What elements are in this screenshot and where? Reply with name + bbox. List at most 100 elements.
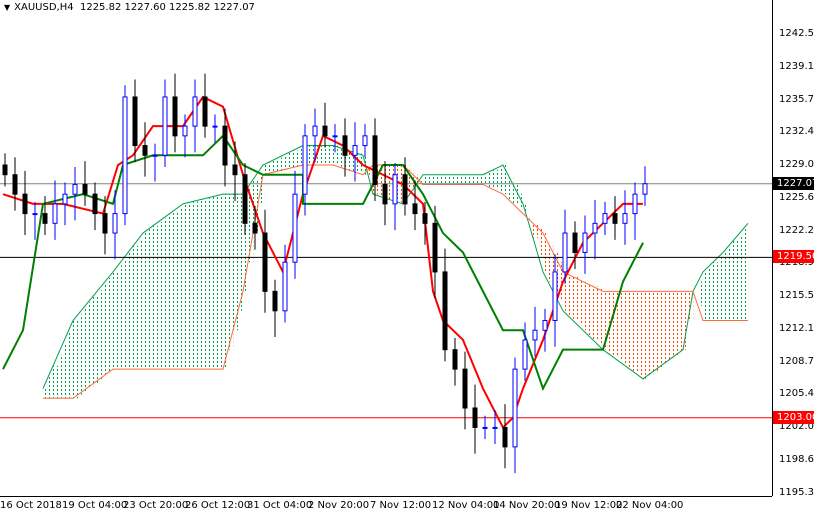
- ichimoku-cloud-segment: [98, 290, 104, 381]
- time-tick-label: 14 Nov 20:00: [493, 500, 561, 511]
- chart-window[interactable]: ▼ XAUUSD,H4 1225.82 1227.60 1225.82 1227.…: [0, 0, 814, 514]
- ichimoku-cloud-segment: [143, 233, 149, 370]
- ichimoku-cloud-segment: [683, 291, 689, 350]
- candle-body: [372, 135, 378, 185]
- candle-body: [82, 183, 88, 195]
- candle-body: [282, 261, 288, 312]
- candle-body: [222, 125, 228, 166]
- ichimoku-cloud-segment: [628, 291, 634, 368]
- ichimoku-cloud-segment: [273, 160, 279, 173]
- candle-body: [512, 368, 518, 448]
- price-tick-label: 1232.40: [779, 125, 814, 137]
- candle-body: [442, 271, 448, 351]
- ichimoku-cloud-segment: [443, 174, 449, 185]
- ichimoku-cloud-segment: [453, 174, 459, 185]
- ichimoku-cloud-segment: [203, 199, 209, 370]
- candle-body: [212, 125, 218, 128]
- candle-body: [192, 96, 198, 127]
- ichimoku-cloud-segment: [138, 239, 144, 370]
- ichimoku-cloud-segment: [638, 291, 644, 376]
- candle-body: [112, 213, 118, 234]
- time-tick-label: 22 Nov 04:00: [616, 500, 684, 511]
- ichimoku-cloud-segment: [123, 258, 129, 370]
- price-tick-label: 1208.70: [779, 356, 814, 368]
- ichimoku-cloud-segment: [388, 165, 394, 200]
- ichimoku-cloud-segment: [633, 291, 639, 372]
- ichimoku-cloud-segment: [188, 202, 194, 370]
- ichimoku-cloud-segment: [678, 291, 684, 354]
- dropdown-triangle-icon[interactable]: ▼: [4, 3, 10, 12]
- candle-body: [232, 164, 238, 176]
- ichimoku-cloud-segment: [433, 174, 439, 185]
- ichimoku-cloud-segment: [703, 271, 709, 321]
- ichimoku-cloud-segment: [83, 308, 89, 391]
- ichimoku-cloud-segment: [148, 229, 154, 370]
- ichimoku-cloud-segment: [63, 343, 69, 399]
- candle-body: [642, 183, 648, 195]
- candle-body: [532, 329, 538, 341]
- price-tick-label: 1239.10: [779, 60, 814, 72]
- candle-body: [92, 193, 98, 215]
- ichimoku-cloud-segment: [168, 214, 174, 370]
- candle-body: [542, 320, 548, 331]
- ichimoku-cloud-segment: [93, 296, 99, 384]
- ichimoku-cloud-segment: [333, 145, 339, 165]
- candle-body: [12, 174, 18, 195]
- price-tick-label: 1198.60: [779, 454, 814, 466]
- time-tick-label: 31 Oct 04:00: [247, 500, 313, 511]
- candle-body: [202, 96, 208, 127]
- price-level-tag: 1227.07: [773, 176, 814, 190]
- candle-body: [252, 222, 258, 234]
- candle-body: [632, 193, 638, 215]
- ichimoku-cloud-segment: [668, 291, 674, 361]
- ichimoku-cloud-segment: [573, 276, 579, 321]
- ichimoku-cloud-segment: [448, 174, 454, 185]
- time-tick-label: 19 Nov 12:00: [555, 500, 623, 511]
- candle-body: [132, 96, 138, 147]
- ichimoku-cloud-segment: [113, 271, 119, 370]
- price-tick-label: 1205.40: [779, 388, 814, 400]
- ichimoku-cloud-segment: [723, 252, 729, 321]
- ichimoku-cloud-segment: [58, 354, 64, 399]
- candle-body: [72, 183, 78, 195]
- ichimoku-cloud-segment: [53, 365, 59, 399]
- ichimoku-cloud-segment: [623, 291, 629, 365]
- ichimoku-cloud-segment: [198, 200, 204, 370]
- candle-body: [152, 154, 158, 157]
- ichimoku-cloud-segment: [473, 174, 479, 185]
- ichimoku-cloud-segment: [673, 291, 679, 357]
- price-tick-label: 1242.50: [779, 27, 814, 39]
- candle-body: [612, 213, 618, 224]
- ichimoku-cloud-segment: [648, 291, 654, 376]
- ichimoku-cloud-segment: [733, 240, 739, 321]
- ichimoku-cloud-segment: [173, 211, 179, 370]
- candle-body: [562, 232, 568, 273]
- candle-body: [342, 135, 348, 156]
- candle-body: [602, 213, 608, 224]
- candle-body: [622, 213, 628, 224]
- price-tick-label: 1235.70: [779, 93, 814, 105]
- time-tick-label: 2 Nov 20:00: [308, 500, 370, 511]
- ichimoku-cloud-segment: [643, 291, 649, 379]
- candle-body: [52, 203, 58, 224]
- time-tick-label: 23 Oct 20:00: [123, 500, 189, 511]
- candle-body: [302, 135, 308, 195]
- candle-body: [382, 183, 388, 205]
- ichimoku-cloud-segment: [743, 229, 749, 321]
- price-level-tag: 1203.00: [773, 410, 814, 424]
- price-tick-label: 1222.20: [779, 225, 814, 237]
- ichimoku-cloud-segment: [323, 145, 329, 165]
- ichimoku-cloud-segment: [153, 225, 159, 370]
- candle-body: [432, 222, 438, 273]
- price-tick-label: 1215.50: [779, 290, 814, 302]
- price-chart[interactable]: [0, 0, 814, 514]
- candle-body: [102, 213, 108, 234]
- candle-body: [592, 222, 598, 234]
- time-tick-label: 7 Nov 12:00: [370, 500, 432, 511]
- ichimoku-cloud-segment: [293, 150, 299, 168]
- candle-body: [522, 339, 528, 370]
- candle-body: [62, 193, 68, 205]
- candle-body: [2, 164, 8, 176]
- candle-body: [552, 271, 558, 322]
- ichimoku-cloud-segment: [178, 207, 184, 370]
